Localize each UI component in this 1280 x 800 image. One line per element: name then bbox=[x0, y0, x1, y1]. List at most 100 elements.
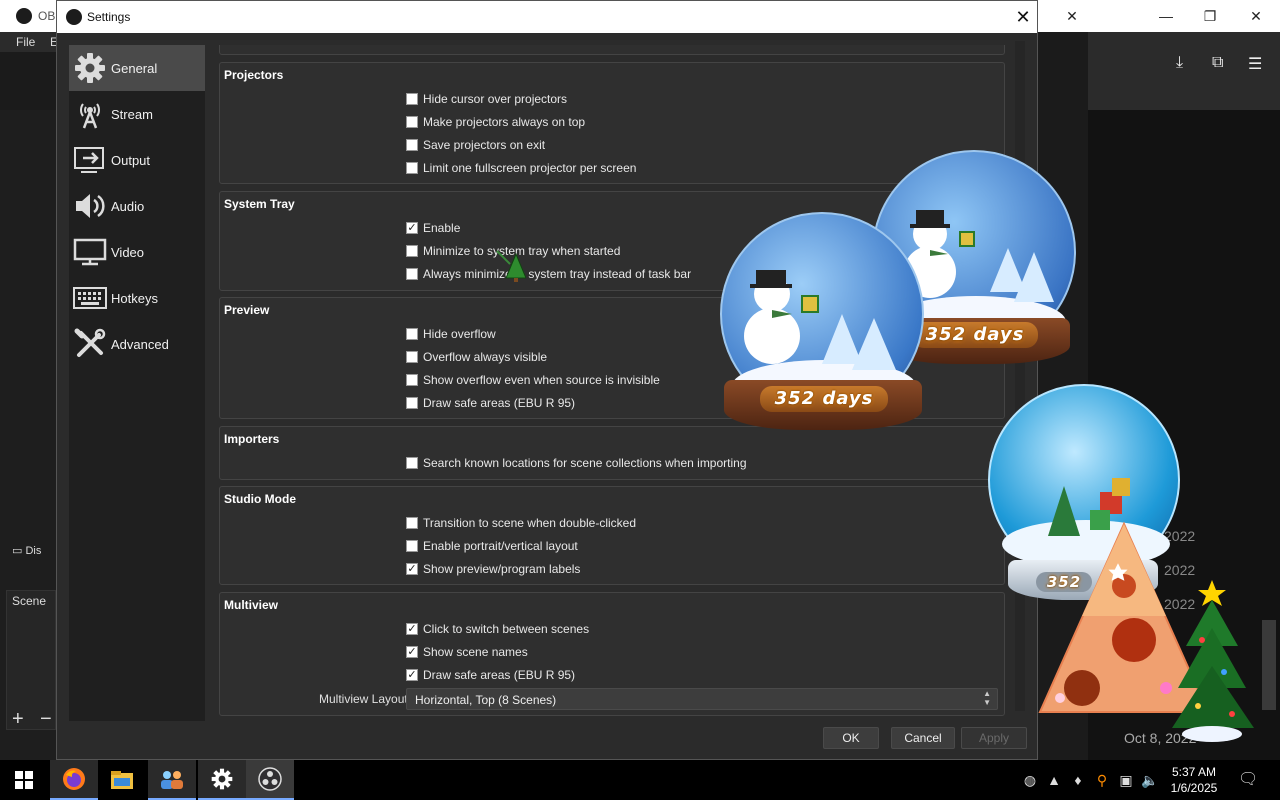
checkbox-label: Overflow always visible bbox=[423, 350, 548, 364]
volume-icon[interactable]: 🔈 bbox=[1140, 770, 1160, 790]
minimize-button[interactable]: — bbox=[1154, 6, 1178, 26]
checkbox-projectors-on-top[interactable]: Make projectors always on top bbox=[406, 113, 585, 131]
checkbox[interactable]: ✓ bbox=[406, 623, 418, 635]
multiview-layout-select[interactable]: Horizontal, Top (8 Scenes) ▲ ▼ bbox=[406, 688, 998, 710]
sidebar-item-label: General bbox=[111, 60, 158, 76]
checkbox[interactable] bbox=[406, 162, 418, 174]
checkbox-tray-enable[interactable]: ✓ Enable bbox=[406, 219, 460, 237]
download-icon[interactable]: ⤓ bbox=[1176, 54, 1183, 72]
checkmark-icon: ✓ bbox=[407, 622, 417, 635]
group-importers: Importers Search known locations for sce… bbox=[219, 426, 1005, 480]
tree-cursor-icon bbox=[496, 250, 527, 285]
checkbox-preview-safe-areas[interactable]: Draw safe areas (EBU R 95) bbox=[406, 394, 575, 412]
checkbox[interactable] bbox=[406, 374, 418, 386]
checkbox-label: Show scene names bbox=[423, 645, 528, 659]
checkbox-always-minimize-to-tray[interactable]: Always minimize to system tray instead o… bbox=[406, 265, 691, 283]
checkbox-label: Make projectors always on top bbox=[423, 115, 586, 129]
drop-icon[interactable]: ♦ bbox=[1068, 770, 1088, 790]
search-key-icon[interactable]: ⚲ bbox=[1092, 770, 1112, 790]
christmas-tree-icon[interactable] bbox=[1172, 576, 1258, 745]
checkbox[interactable]: ✓ bbox=[406, 646, 418, 658]
checkbox-label: Transition to scene when double-clicked bbox=[423, 516, 637, 530]
checkbox-transition-double-click[interactable]: Transition to scene when double-clicked bbox=[406, 514, 636, 532]
file-explorer-icon[interactable] bbox=[98, 760, 146, 800]
close-icon[interactable]: ✕ bbox=[1060, 6, 1084, 26]
antenna-icon bbox=[71, 97, 109, 131]
checkbox-hide-overflow[interactable]: Hide overflow bbox=[406, 325, 496, 343]
settings-title: Settings bbox=[87, 10, 131, 24]
firefox-icon[interactable] bbox=[50, 760, 98, 800]
sidebar-item-audio[interactable]: Audio bbox=[69, 183, 205, 229]
network-icon[interactable]: ▣ bbox=[1116, 770, 1136, 790]
sidebar-item-stream[interactable]: Stream bbox=[69, 91, 205, 137]
checkbox[interactable] bbox=[406, 245, 418, 257]
checkbox-multiview-safe-areas[interactable]: ✓ Draw safe areas (EBU R 95) bbox=[406, 666, 575, 684]
checkbox-limit-fullscreen-projector[interactable]: Limit one fullscreen projector per scree… bbox=[406, 159, 636, 177]
obs-studio-icon[interactable] bbox=[246, 760, 294, 800]
checkbox[interactable] bbox=[406, 517, 418, 529]
checkbox[interactable] bbox=[406, 540, 418, 552]
obs-app-icon bbox=[16, 8, 32, 24]
checkbox-preview-program-labels[interactable]: ✓ Show preview/program labels bbox=[406, 560, 580, 578]
checkbox-label: Draw safe areas (EBU R 95) bbox=[423, 396, 576, 410]
checkbox[interactable] bbox=[406, 139, 418, 151]
checkbox[interactable] bbox=[406, 328, 418, 340]
checkbox-search-known-locations[interactable]: Search known locations for scene collect… bbox=[406, 454, 747, 472]
checkbox-overflow-invisible-source[interactable]: Show overflow even when source is invisi… bbox=[406, 371, 660, 389]
scrollbar[interactable] bbox=[1262, 620, 1276, 710]
checkbox[interactable] bbox=[406, 116, 418, 128]
checkbox-click-switch-scenes[interactable]: ✓ Click to switch between scenes bbox=[406, 620, 589, 638]
checkbox-label: Show preview/program labels bbox=[423, 562, 581, 576]
content-scrollbar[interactable] bbox=[1015, 41, 1025, 711]
ok-button[interactable]: OK bbox=[823, 727, 879, 749]
group-studio-mode: Studio Mode Transition to scene when dou… bbox=[219, 486, 1005, 585]
checkbox[interactable] bbox=[406, 397, 418, 409]
app-tray-icon[interactable]: ▲ bbox=[1044, 770, 1064, 790]
add-scene-button[interactable]: + bbox=[12, 708, 24, 731]
sidebar-item-advanced[interactable]: Advanced bbox=[69, 321, 205, 367]
checkbox-label: Enable bbox=[423, 221, 461, 235]
sidebar-item-general[interactable]: General bbox=[69, 45, 205, 91]
checkbox-save-projectors[interactable]: Save projectors on exit bbox=[406, 136, 545, 154]
menu-file[interactable]: File bbox=[16, 35, 35, 49]
sidebar-item-output[interactable]: Output bbox=[69, 137, 205, 183]
checkbox-label: Show overflow even when source is invisi… bbox=[423, 373, 660, 387]
clock-date: 1/6/2025 bbox=[1170, 781, 1218, 795]
people-app-icon[interactable] bbox=[148, 760, 196, 800]
display-label: ▭ Dis bbox=[12, 545, 42, 557]
checkbox-label: Hide overflow bbox=[423, 327, 496, 341]
checkbox[interactable]: ✓ bbox=[406, 669, 418, 681]
checkbox[interactable] bbox=[406, 93, 418, 105]
taskbar-clock[interactable]: 5:37 AM 1/6/2025 bbox=[1162, 764, 1226, 796]
spinner-arrows-icon: ▲ ▼ bbox=[983, 689, 991, 707]
checkbox[interactable]: ✓ bbox=[406, 563, 418, 575]
checkbox[interactable]: ✓ bbox=[406, 222, 418, 234]
sidebar-item-label: Video bbox=[111, 244, 145, 260]
apply-button[interactable]: Apply bbox=[961, 727, 1027, 749]
checkbox-portrait-layout[interactable]: Enable portrait/vertical layout bbox=[406, 537, 578, 555]
notification-icon[interactable]: 🗨 bbox=[1238, 770, 1258, 790]
checkbox-hide-cursor-projectors[interactable]: Hide cursor over projectors bbox=[406, 90, 567, 108]
menu-icon[interactable]: ☰ bbox=[1248, 54, 1262, 74]
settings-gear-icon[interactable] bbox=[198, 760, 246, 800]
restore-button[interactable]: ❐ bbox=[1198, 6, 1222, 26]
extensions-icon[interactable]: ⧉ bbox=[1212, 54, 1223, 72]
close-dialog-button[interactable]: ✕ bbox=[1011, 5, 1035, 29]
sidebar-item-label: Hotkeys bbox=[111, 290, 158, 306]
checkbox-show-scene-names[interactable]: ✓ Show scene names bbox=[406, 643, 528, 661]
close-button[interactable]: ✕ bbox=[1244, 6, 1268, 26]
checkbox[interactable] bbox=[406, 457, 418, 469]
checkbox-overflow-always-visible[interactable]: Overflow always visible bbox=[406, 348, 547, 366]
sidebar-item-video[interactable]: Video bbox=[69, 229, 205, 275]
countdown-label: 352 days bbox=[912, 322, 1038, 348]
checkbox-label: Hide cursor over projectors bbox=[423, 92, 568, 106]
sidebar-item-hotkeys[interactable]: Hotkeys bbox=[69, 275, 205, 321]
checkbox[interactable] bbox=[406, 351, 418, 363]
windows-start-icon[interactable] bbox=[0, 760, 48, 800]
remove-scene-button[interactable]: − bbox=[40, 708, 52, 731]
cancel-button[interactable]: Cancel bbox=[891, 727, 955, 749]
settings-titlebar: Settings ✕ bbox=[57, 1, 1037, 33]
checkbox[interactable] bbox=[406, 268, 418, 280]
obs-tray-icon[interactable]: ◍ bbox=[1020, 770, 1040, 790]
group-title: System Tray bbox=[224, 197, 295, 211]
